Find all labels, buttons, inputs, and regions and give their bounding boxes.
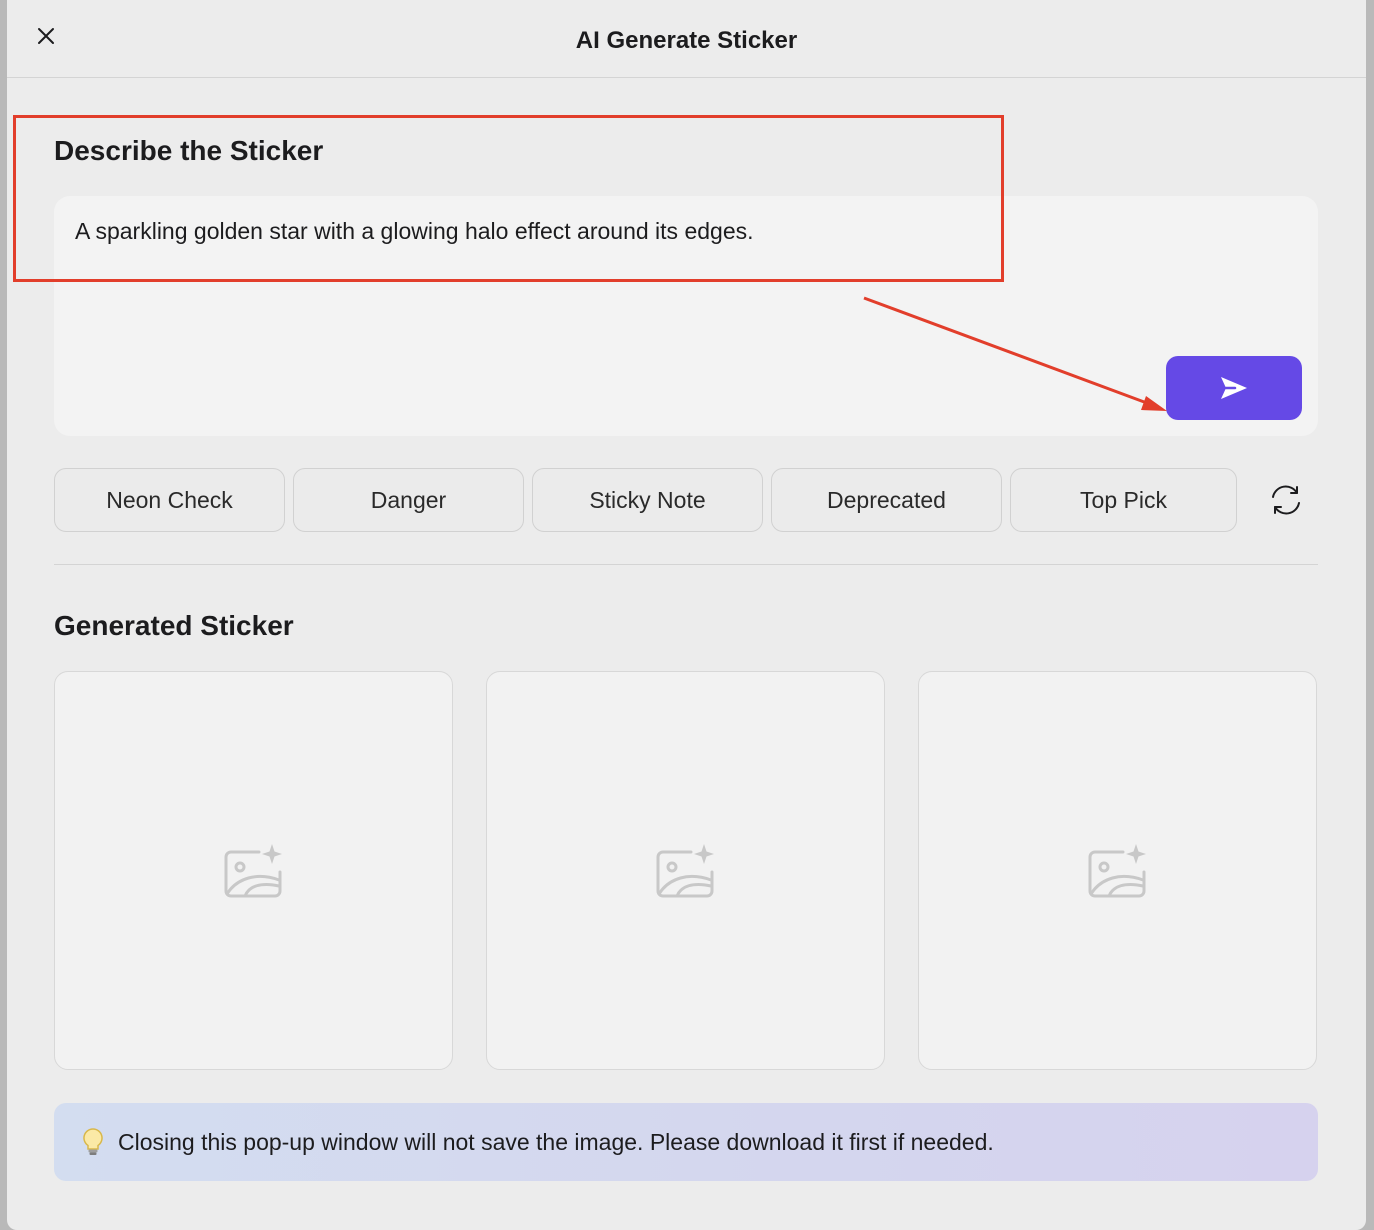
ai-generate-sticker-dialog: AI Generate Sticker Describe the Sticker… (7, 0, 1366, 1230)
refresh-presets-button[interactable] (1266, 480, 1306, 520)
preset-chip[interactable]: Neon Check (54, 468, 285, 532)
dialog-title: AI Generate Sticker (575, 27, 798, 54)
image-sparkle-icon (656, 843, 714, 897)
sticker-slot[interactable] (918, 671, 1317, 1070)
refresh-icon (1272, 485, 1300, 515)
preset-chip[interactable]: Sticky Note (532, 468, 763, 532)
prompt-value: A sparkling golden star with a glowing h… (75, 218, 754, 244)
dialog-titlebar: AI Generate Sticker (7, 0, 1366, 78)
generated-sticker-grid (54, 671, 1317, 1070)
preset-chips: Neon Check Danger Sticky Note Deprecated… (54, 468, 1237, 532)
preset-chip[interactable]: Deprecated (771, 468, 1002, 532)
generated-heading: Generated Sticker (54, 610, 294, 641)
section-divider (54, 564, 1318, 565)
describe-heading: Describe the Sticker (54, 135, 324, 166)
image-sparkle-icon (1088, 843, 1146, 897)
send-icon (1221, 377, 1247, 399)
save-warning-notice: Closing this pop-up window will not save… (54, 1103, 1318, 1181)
preset-chip[interactable]: Danger (293, 468, 524, 532)
notice-text: Closing this pop-up window will not save… (118, 1128, 994, 1155)
sticker-slot[interactable] (486, 671, 885, 1070)
preset-chip[interactable]: Top Pick (1010, 468, 1237, 532)
send-button[interactable] (1166, 356, 1302, 420)
prompt-textarea[interactable]: A sparkling golden star with a glowing h… (54, 196, 1318, 436)
image-sparkle-icon (224, 843, 282, 897)
lightbulb-icon (82, 1127, 104, 1157)
sticker-slot[interactable] (54, 671, 453, 1070)
